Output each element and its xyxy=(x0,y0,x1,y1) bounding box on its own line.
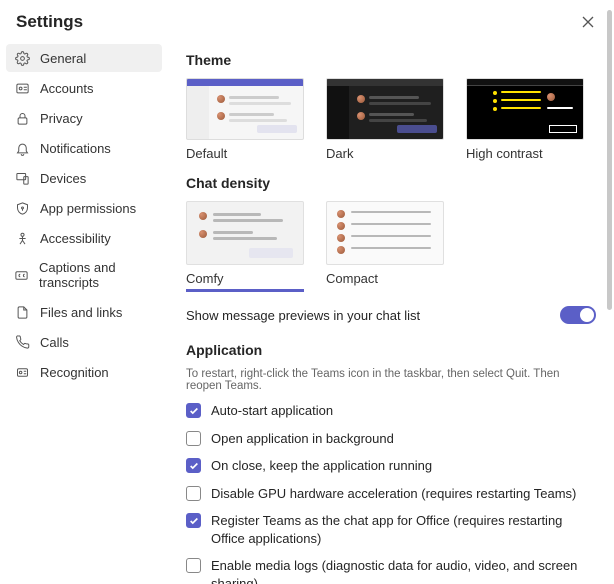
sidebar-item-calls[interactable]: Calls xyxy=(6,328,162,356)
sidebar-item-devices[interactable]: Devices xyxy=(6,164,162,192)
lock-icon xyxy=(14,110,30,126)
sidebar-item-label: General xyxy=(40,51,86,66)
density-label-compact: Compact xyxy=(326,271,444,286)
theme-option-dark[interactable]: Dark xyxy=(326,78,444,161)
checkbox-label: Disable GPU hardware acceleration (requi… xyxy=(211,485,576,503)
density-title: Chat density xyxy=(186,175,596,191)
sidebar-item-label: Calls xyxy=(40,335,69,350)
app-option-register-chat: Register Teams as the chat app for Offic… xyxy=(186,512,596,547)
theme-label-hc: High contrast xyxy=(466,146,584,161)
app-option-auto-start: Auto-start application xyxy=(186,402,596,420)
sidebar-item-accounts[interactable]: Accounts xyxy=(6,74,162,102)
shield-icon xyxy=(14,200,30,216)
badge-icon xyxy=(14,364,30,380)
theme-label-default: Default xyxy=(186,146,304,161)
sidebar-item-captions[interactable]: Captions and transcripts xyxy=(6,254,162,296)
checkbox-label: On close, keep the application running xyxy=(211,457,432,475)
sidebar-item-label: Accounts xyxy=(40,81,93,96)
theme-label-dark: Dark xyxy=(326,146,444,161)
checkbox-media-logs[interactable] xyxy=(186,558,201,573)
sidebar-item-label: Accessibility xyxy=(40,231,111,246)
checkbox-auto-start[interactable] xyxy=(186,403,201,418)
app-option-open-bg: Open application in background xyxy=(186,430,596,448)
sidebar-item-files[interactable]: Files and links xyxy=(6,298,162,326)
settings-sidebar: General Accounts Privacy Notifications Devic… xyxy=(0,40,168,584)
app-option-disable-gpu: Disable GPU hardware acceleration (requi… xyxy=(186,485,596,503)
sidebar-item-recognition[interactable]: Recognition xyxy=(6,358,162,386)
close-icon xyxy=(582,16,594,28)
checkbox-register-chat[interactable] xyxy=(186,513,201,528)
sidebar-item-app-permissions[interactable]: App permissions xyxy=(6,194,162,222)
sidebar-item-label: Files and links xyxy=(40,305,122,320)
sidebar-item-label: App permissions xyxy=(40,201,136,216)
density-label-comfy: Comfy xyxy=(186,271,304,286)
theme-option-default[interactable]: Default xyxy=(186,78,304,161)
density-thumb-comfy xyxy=(186,201,304,265)
sidebar-item-label: Privacy xyxy=(40,111,83,126)
density-thumb-compact xyxy=(326,201,444,265)
preview-label: Show message previews in your chat list xyxy=(186,308,420,323)
phone-icon xyxy=(14,334,30,350)
checkbox-on-close[interactable] xyxy=(186,458,201,473)
sidebar-item-privacy[interactable]: Privacy xyxy=(6,104,162,132)
cc-icon xyxy=(14,267,29,283)
gear-icon xyxy=(14,50,30,66)
scrollbar[interactable] xyxy=(607,10,612,310)
theme-thumb-hc xyxy=(466,78,584,140)
page-title: Settings xyxy=(16,12,83,32)
sidebar-item-label: Captions and transcripts xyxy=(39,260,154,290)
sidebar-item-notifications[interactable]: Notifications xyxy=(6,134,162,162)
theme-title: Theme xyxy=(186,52,596,68)
theme-thumb-default xyxy=(186,78,304,140)
device-icon xyxy=(14,170,30,186)
sidebar-item-label: Notifications xyxy=(40,141,111,156)
app-option-media-logs: Enable media logs (diagnostic data for a… xyxy=(186,557,596,584)
sidebar-item-accessibility[interactable]: Accessibility xyxy=(6,224,162,252)
close-button[interactable] xyxy=(578,12,598,32)
bell-icon xyxy=(14,140,30,156)
application-title: Application xyxy=(186,342,596,358)
theme-options: Default Dark xyxy=(186,78,596,161)
account-icon xyxy=(14,80,30,96)
sidebar-item-general[interactable]: General xyxy=(6,44,162,72)
checkbox-label: Enable media logs (diagnostic data for a… xyxy=(211,557,596,584)
density-options: Comfy Compact xyxy=(186,201,596,292)
theme-option-high-contrast[interactable]: High contrast xyxy=(466,78,584,161)
application-hint: To restart, right-click the Teams icon i… xyxy=(186,368,596,392)
sidebar-item-label: Devices xyxy=(40,171,86,186)
checkbox-disable-gpu[interactable] xyxy=(186,486,201,501)
theme-thumb-dark xyxy=(326,78,444,140)
file-icon xyxy=(14,304,30,320)
person-icon xyxy=(14,230,30,246)
checkbox-open-bg[interactable] xyxy=(186,431,201,446)
sidebar-item-label: Recognition xyxy=(40,365,109,380)
app-option-on-close: On close, keep the application running xyxy=(186,457,596,475)
checkbox-label: Open application in background xyxy=(211,430,394,448)
preview-toggle[interactable] xyxy=(560,306,596,324)
checkbox-label: Register Teams as the chat app for Offic… xyxy=(211,512,596,547)
density-option-comfy[interactable]: Comfy xyxy=(186,201,304,292)
checkbox-label: Auto-start application xyxy=(211,402,333,420)
settings-main: Theme Default xyxy=(168,40,614,584)
density-option-compact[interactable]: Compact xyxy=(326,201,444,292)
